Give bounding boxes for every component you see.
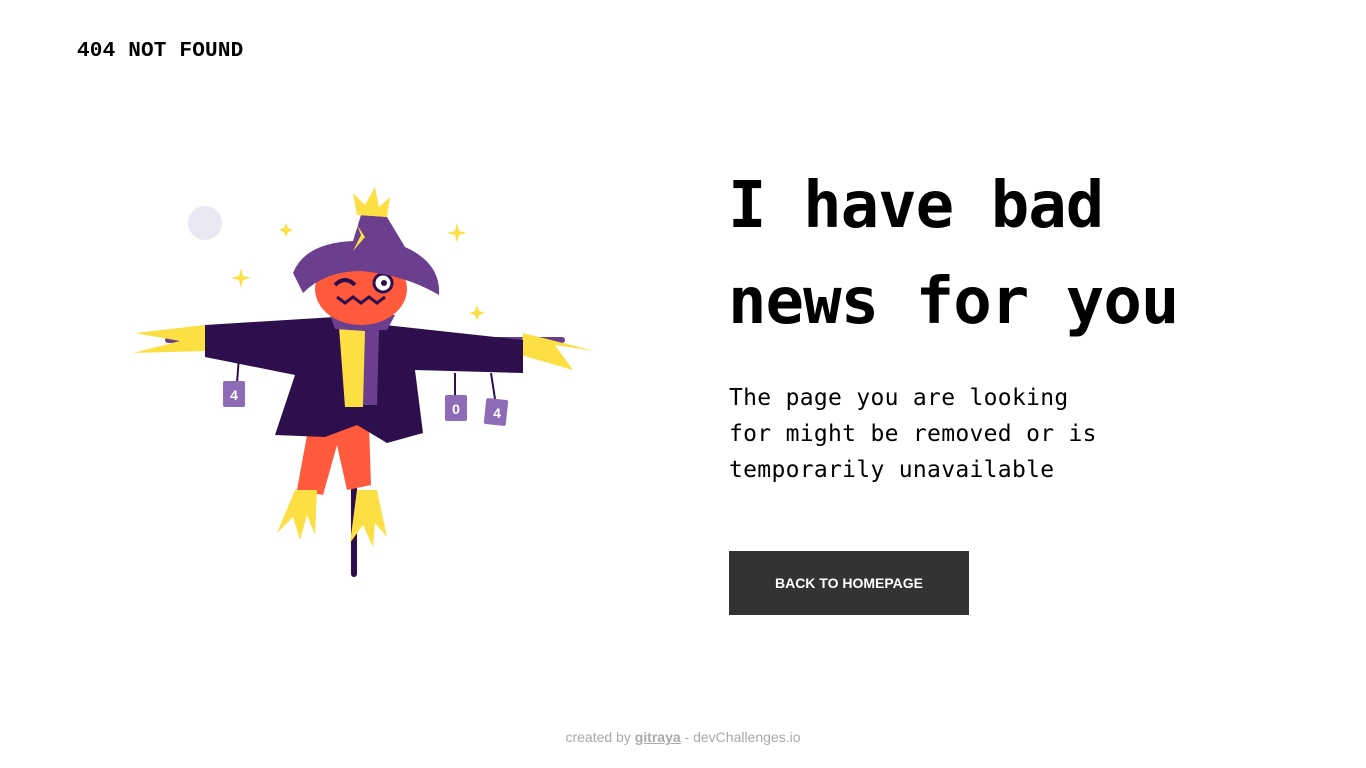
headline-line: I have bad [728,169,1104,243]
footer-suffix: - devChallenges.io [680,729,801,745]
can-label: 4 [230,387,238,403]
headline: I have bad news for you [728,158,1288,350]
moon-icon [188,206,222,240]
back-to-homepage-button[interactable]: BACK TO HOMEPAGE [729,551,969,615]
author-link[interactable]: gitraya [635,729,681,745]
description-line: temporarily unavailable [729,457,1055,483]
can-label: 4 [493,405,501,421]
description: The page you are looking for might be re… [729,380,1149,488]
footer: created by gitraya - devChallenges.io [0,729,1366,745]
scarecrow-illustration: 4 0 4 [133,187,595,577]
description-line: The page you are looking [729,385,1069,411]
footer-prefix: created by [565,729,635,745]
description-line: for might be removed or is [729,421,1097,447]
headline-line: news for you [728,265,1179,339]
brand-logo: 404 NOT FOUND [77,40,244,63]
can-label: 0 [452,401,460,417]
